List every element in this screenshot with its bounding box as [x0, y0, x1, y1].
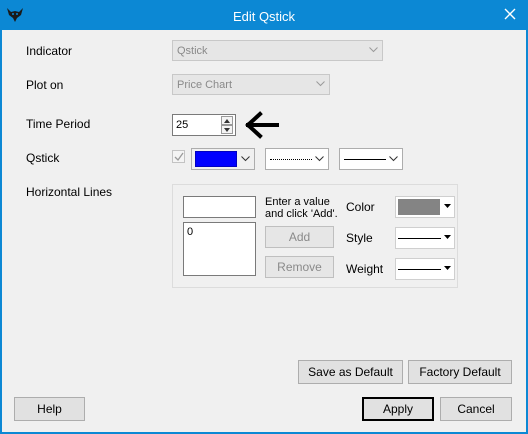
chevron-down-icon: [316, 81, 325, 87]
add-button[interactable]: Add: [265, 226, 334, 248]
apply-button[interactable]: Apply: [362, 397, 434, 421]
check-icon: [174, 152, 184, 162]
solid-line-sample: [344, 159, 386, 160]
qstick-color-picker[interactable]: [191, 148, 255, 170]
qstick-label: Qstick: [26, 151, 60, 165]
color-swatch: [398, 199, 440, 215]
indicator-value: Qstick: [177, 45, 208, 57]
hint-line-1: Enter a value: [265, 196, 330, 208]
spin-down-button[interactable]: [221, 125, 233, 134]
hline-color-dropdown[interactable]: [395, 196, 455, 218]
hint-line-2: and click 'Add'.: [265, 208, 338, 220]
dialog-window: Edit Qstick Indicator Qstick Plot on Pri…: [0, 0, 528, 434]
time-period-spinner[interactable]: 25: [172, 114, 236, 136]
chevron-down-icon: [389, 156, 398, 162]
horizontal-lines-label: Horizontal Lines: [26, 185, 113, 199]
time-period-label: Time Period: [26, 117, 91, 131]
window-title: Edit Qstick: [232, 9, 296, 24]
chevron-down-icon: [444, 204, 451, 208]
chevron-down-icon: [444, 235, 451, 239]
horizontal-lines-group: Enter a value and click 'Add'. 0 Add Rem…: [172, 184, 458, 288]
qstick-checkbox[interactable]: [172, 150, 185, 163]
save-as-default-button[interactable]: Save as Default: [298, 360, 403, 384]
help-button[interactable]: Help: [14, 397, 85, 421]
qstick-style-dropdown[interactable]: [265, 148, 329, 170]
remove-button[interactable]: Remove: [265, 256, 334, 278]
chevron-down-icon: [315, 156, 324, 162]
dotted-line-sample: [270, 159, 312, 160]
chevron-down-icon: [241, 156, 250, 162]
cancel-button[interactable]: Cancel: [440, 397, 512, 421]
list-item[interactable]: 0: [187, 226, 193, 238]
plot-on-value: Price Chart: [177, 79, 233, 91]
factory-default-button[interactable]: Factory Default: [408, 360, 512, 384]
chevron-down-icon: [369, 47, 378, 53]
indicator-label: Indicator: [26, 44, 73, 58]
color-swatch: [195, 151, 237, 167]
hline-style-dropdown[interactable]: [395, 227, 455, 249]
dialog-body: Indicator Qstick Plot on Price Chart Tim…: [2, 30, 526, 432]
time-period-value[interactable]: 25: [176, 119, 188, 131]
hline-hint: Enter a value and click 'Add'.: [265, 196, 338, 220]
title-bar: Edit Qstick: [0, 0, 528, 30]
hline-value-input[interactable]: [183, 196, 256, 218]
qstick-weight-dropdown[interactable]: [339, 148, 403, 170]
hline-style-label: Style: [346, 231, 373, 245]
chevron-down-icon: [444, 266, 451, 270]
close-icon[interactable]: [502, 6, 518, 22]
hline-values-list[interactable]: 0: [183, 222, 256, 276]
indicator-dropdown: Qstick: [172, 40, 383, 61]
plot-on-dropdown: Price Chart: [172, 74, 330, 95]
hline-weight-label: Weight: [346, 262, 384, 276]
solid-line-sample: [398, 238, 441, 239]
solid-line-sample: [398, 269, 441, 270]
spin-up-button[interactable]: [221, 116, 233, 125]
hline-color-label: Color: [346, 200, 375, 214]
arrow-left-icon: [245, 111, 279, 139]
plot-on-label: Plot on: [26, 78, 64, 92]
hline-weight-dropdown[interactable]: [395, 258, 455, 280]
